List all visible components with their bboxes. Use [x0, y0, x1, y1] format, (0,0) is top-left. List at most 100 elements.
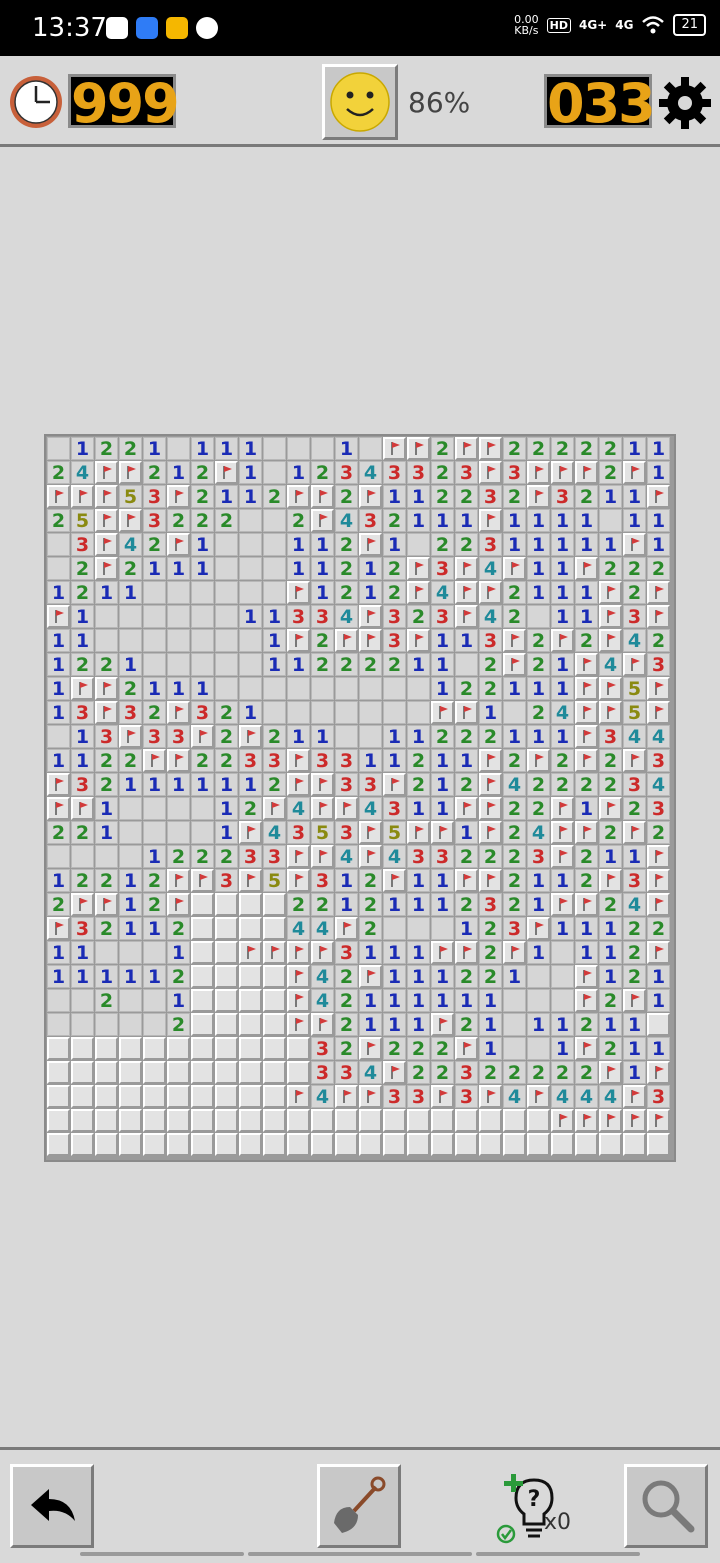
flagged-cell[interactable]	[647, 701, 670, 724]
flagged-cell[interactable]	[479, 461, 502, 484]
flagged-cell[interactable]	[119, 725, 142, 748]
unopened-cell[interactable]	[143, 1085, 166, 1108]
unopened-cell[interactable]	[239, 1133, 262, 1156]
flagged-cell[interactable]	[239, 941, 262, 964]
unopened-cell[interactable]	[479, 1133, 502, 1156]
flagged-cell[interactable]	[575, 701, 598, 724]
flagged-cell[interactable]	[431, 1085, 454, 1108]
flagged-cell[interactable]	[647, 581, 670, 604]
unopened-cell[interactable]	[47, 1133, 70, 1156]
flagged-cell[interactable]	[239, 821, 262, 844]
unopened-cell[interactable]	[215, 965, 238, 988]
flagged-cell[interactable]	[623, 989, 646, 1012]
flagged-cell[interactable]	[359, 629, 382, 652]
unopened-cell[interactable]	[71, 1061, 94, 1084]
unopened-cell[interactable]	[47, 1061, 70, 1084]
flagged-cell[interactable]	[167, 533, 190, 556]
flagged-cell[interactable]	[95, 701, 118, 724]
unopened-cell[interactable]	[239, 1061, 262, 1084]
flagged-cell[interactable]	[455, 437, 478, 460]
unopened-cell[interactable]	[263, 1109, 286, 1132]
unopened-cell[interactable]	[287, 1037, 310, 1060]
gear-icon[interactable]	[656, 74, 714, 132]
flagged-cell[interactable]	[599, 1061, 622, 1084]
unopened-cell[interactable]	[119, 1085, 142, 1108]
unopened-cell[interactable]	[359, 1109, 382, 1132]
flagged-cell[interactable]	[359, 965, 382, 988]
unopened-cell[interactable]	[407, 1109, 430, 1132]
unopened-cell[interactable]	[263, 917, 286, 940]
flagged-cell[interactable]	[383, 773, 406, 796]
flagged-cell[interactable]	[479, 869, 502, 892]
unopened-cell[interactable]	[599, 1133, 622, 1156]
undo-button[interactable]	[10, 1464, 94, 1548]
unopened-cell[interactable]	[335, 1109, 358, 1132]
flagged-cell[interactable]	[119, 461, 142, 484]
flagged-cell[interactable]	[527, 461, 550, 484]
flagged-cell[interactable]	[479, 773, 502, 796]
flagged-cell[interactable]	[455, 797, 478, 820]
flagged-cell[interactable]	[599, 1109, 622, 1132]
unopened-cell[interactable]	[191, 965, 214, 988]
flagged-cell[interactable]	[623, 1085, 646, 1108]
flagged-cell[interactable]	[527, 749, 550, 772]
flagged-cell[interactable]	[407, 437, 430, 460]
flagged-cell[interactable]	[503, 629, 526, 652]
flagged-cell[interactable]	[455, 605, 478, 628]
unopened-cell[interactable]	[263, 1133, 286, 1156]
unopened-cell[interactable]	[239, 1109, 262, 1132]
flagged-cell[interactable]	[95, 461, 118, 484]
flagged-cell[interactable]	[47, 797, 70, 820]
flagged-cell[interactable]	[455, 581, 478, 604]
flagged-cell[interactable]	[623, 461, 646, 484]
flagged-cell[interactable]	[335, 917, 358, 940]
unopened-cell[interactable]	[647, 1013, 670, 1036]
unopened-cell[interactable]	[575, 1133, 598, 1156]
unopened-cell[interactable]	[95, 1109, 118, 1132]
unopened-cell[interactable]	[119, 1037, 142, 1060]
flagged-cell[interactable]	[407, 821, 430, 844]
unopened-cell[interactable]	[143, 1037, 166, 1060]
unopened-cell[interactable]	[191, 1109, 214, 1132]
flagged-cell[interactable]	[287, 989, 310, 1012]
unopened-cell[interactable]	[95, 1133, 118, 1156]
dig-mode-button[interactable]	[317, 1464, 401, 1548]
flagged-cell[interactable]	[479, 437, 502, 460]
flagged-cell[interactable]	[95, 509, 118, 532]
flagged-cell[interactable]	[95, 677, 118, 700]
flagged-cell[interactable]	[575, 1109, 598, 1132]
flagged-cell[interactable]	[335, 629, 358, 652]
unopened-cell[interactable]	[191, 1133, 214, 1156]
unopened-cell[interactable]	[215, 893, 238, 916]
unopened-cell[interactable]	[215, 1013, 238, 1036]
unopened-cell[interactable]	[215, 1085, 238, 1108]
unopened-cell[interactable]	[263, 965, 286, 988]
new-game-smiley-button[interactable]	[322, 64, 398, 140]
flagged-cell[interactable]	[359, 845, 382, 868]
unopened-cell[interactable]	[47, 1109, 70, 1132]
flagged-cell[interactable]	[599, 869, 622, 892]
flagged-cell[interactable]	[287, 1085, 310, 1108]
unopened-cell[interactable]	[71, 1085, 94, 1108]
unopened-cell[interactable]	[191, 1061, 214, 1084]
flagged-cell[interactable]	[599, 605, 622, 628]
unopened-cell[interactable]	[143, 1061, 166, 1084]
flagged-cell[interactable]	[71, 893, 94, 916]
unopened-cell[interactable]	[95, 1061, 118, 1084]
flagged-cell[interactable]	[551, 1109, 574, 1132]
flagged-cell[interactable]	[47, 917, 70, 940]
flagged-cell[interactable]	[359, 605, 382, 628]
flagged-cell[interactable]	[407, 557, 430, 580]
flagged-cell[interactable]	[287, 869, 310, 892]
flagged-cell[interactable]	[551, 629, 574, 652]
flagged-cell[interactable]	[287, 965, 310, 988]
flagged-cell[interactable]	[503, 653, 526, 676]
flagged-cell[interactable]	[575, 965, 598, 988]
hint-button[interactable]: ? x0	[494, 1470, 584, 1550]
unopened-cell[interactable]	[167, 1085, 190, 1108]
unopened-cell[interactable]	[71, 1109, 94, 1132]
unopened-cell[interactable]	[191, 917, 214, 940]
flagged-cell[interactable]	[575, 989, 598, 1012]
flagged-cell[interactable]	[455, 869, 478, 892]
flagged-cell[interactable]	[383, 869, 406, 892]
